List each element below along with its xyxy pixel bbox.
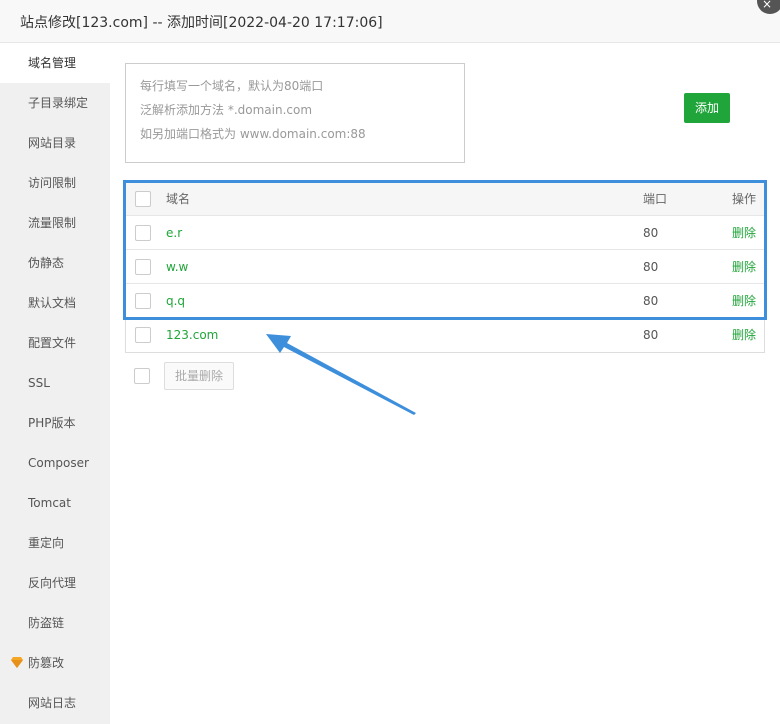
sidebar-item-label: 网站目录: [28, 136, 77, 150]
row-checkbox[interactable]: [135, 225, 151, 241]
sidebar: 域名管理 子目录绑定 网站目录 访问限制 流量限制 伪静态 默认文档 配置文件 …: [0, 43, 110, 724]
delete-link[interactable]: 删除: [732, 250, 756, 284]
gem-icon: [11, 657, 23, 668]
sidebar-item-access-limit[interactable]: 访问限制: [0, 163, 110, 203]
select-all-checkbox[interactable]: [135, 191, 151, 207]
port-value: 80: [643, 260, 659, 274]
row-checkbox[interactable]: [135, 293, 151, 309]
port-value: 80: [643, 294, 659, 308]
domain-input[interactable]: 每行填写一个域名，默认为80端口 泛解析添加方法 *.domain.com 如另…: [125, 63, 465, 163]
sidebar-item-rewrite[interactable]: 伪静态: [0, 243, 110, 283]
close-icon: ×: [762, 0, 773, 11]
sidebar-item-site-directory[interactable]: 网站目录: [0, 123, 110, 163]
domain-input-placeholder-line: 泛解析添加方法 *.domain.com: [140, 103, 313, 117]
sidebar-item-domain-management[interactable]: 域名管理: [0, 43, 110, 83]
sidebar-item-label: 配置文件: [28, 336, 77, 350]
sidebar-item-label: 网站日志: [28, 696, 77, 710]
delete-link[interactable]: 删除: [732, 284, 756, 318]
sidebar-item-label: Tomcat: [28, 496, 71, 510]
sidebar-item-label: Composer: [28, 456, 89, 470]
table-row: e.r 80 删除: [126, 216, 764, 250]
sidebar-item-label: 子目录绑定: [28, 96, 89, 110]
sidebar-item-redirect[interactable]: 重定向: [0, 523, 110, 563]
header-port: 端口: [643, 192, 668, 206]
row-checkbox[interactable]: [135, 259, 151, 275]
sidebar-item-label: SSL: [28, 376, 50, 390]
sidebar-item-reverse-proxy[interactable]: 反向代理: [0, 563, 110, 603]
header-action: 操作: [732, 192, 757, 206]
port-value: 80: [643, 226, 659, 240]
sidebar-item-site-log[interactable]: 网站日志: [0, 683, 110, 723]
domain-link[interactable]: 123.com: [166, 318, 218, 352]
sidebar-item-label: 反向代理: [28, 576, 77, 590]
sidebar-item-label: 防篡改: [28, 656, 65, 670]
table-row: w.w 80 删除: [126, 250, 764, 284]
table-row: q.q 80 删除: [126, 284, 764, 318]
sidebar-item-composer[interactable]: Composer: [0, 443, 110, 483]
sidebar-item-subdirectory-binding[interactable]: 子目录绑定: [0, 83, 110, 123]
sidebar-item-php-version[interactable]: PHP版本: [0, 403, 110, 443]
sidebar-item-tomcat[interactable]: Tomcat: [0, 483, 110, 523]
sidebar-item-hotlink-protection[interactable]: 防盗链: [0, 603, 110, 643]
sidebar-item-label: 流量限制: [28, 216, 77, 230]
window-titlebar: 站点修改[123.com] -- 添加时间[2022-04-20 17:17:0…: [0, 0, 780, 43]
batch-delete-button[interactable]: 批量删除: [164, 362, 234, 390]
domain-input-placeholder-line: 如另加端口格式为 www.domain.com:88: [140, 127, 366, 141]
domain-link[interactable]: q.q: [166, 284, 185, 318]
domain-link[interactable]: e.r: [166, 216, 182, 250]
sidebar-item-default-document[interactable]: 默认文档: [0, 283, 110, 323]
sidebar-item-traffic-limit[interactable]: 流量限制: [0, 203, 110, 243]
header-domain: 域名: [166, 192, 191, 206]
batch-select-checkbox[interactable]: [134, 368, 150, 384]
sidebar-item-ssl[interactable]: SSL: [0, 363, 110, 403]
window-title: 站点修改[123.com] -- 添加时间[2022-04-20 17:17:0…: [20, 15, 383, 31]
domain-input-placeholder-line: 每行填写一个域名，默认为80端口: [140, 79, 324, 93]
delete-link[interactable]: 删除: [732, 318, 756, 352]
sidebar-item-label: 访问限制: [28, 176, 77, 190]
domain-link[interactable]: w.w: [166, 250, 188, 284]
sidebar-item-label: 域名管理: [28, 56, 77, 70]
sidebar-item-tamper-protection[interactable]: 防篡改: [0, 643, 110, 683]
sidebar-item-label: PHP版本: [28, 416, 76, 430]
sidebar-item-label: 伪静态: [28, 256, 65, 270]
row-checkbox[interactable]: [135, 327, 151, 343]
sidebar-item-config-file[interactable]: 配置文件: [0, 323, 110, 363]
table-header: 域名 端口 操作: [126, 182, 764, 216]
delete-link[interactable]: 删除: [732, 216, 756, 250]
domain-table: 域名 端口 操作 e.r 80 删除 w.w 80 删除 q.q 80 删除 1…: [125, 181, 765, 353]
table-row: 123.com 80 删除: [126, 318, 764, 352]
add-button[interactable]: 添加: [684, 93, 730, 123]
sidebar-item-label: 默认文档: [28, 296, 77, 310]
sidebar-item-label: 重定向: [28, 536, 65, 550]
sidebar-item-label: 防盗链: [28, 616, 65, 630]
port-value: 80: [643, 328, 659, 342]
